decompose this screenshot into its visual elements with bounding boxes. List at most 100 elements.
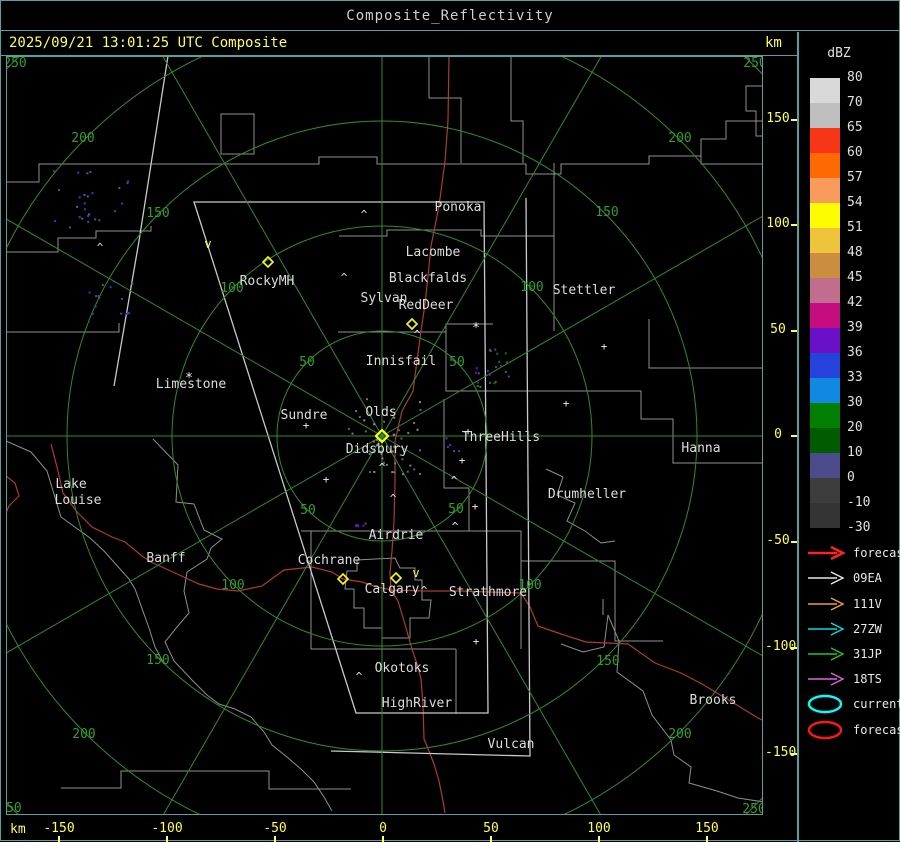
echo-pixel <box>494 382 496 384</box>
echo-pixel <box>505 352 507 354</box>
echo-pixel <box>394 462 396 464</box>
plus-marker-icon: + <box>563 397 570 410</box>
echo-pixel <box>369 471 371 473</box>
echo-pixel <box>393 434 395 436</box>
caret-marker-icon: ^ <box>341 271 348 284</box>
ring-distance-label: 200 <box>668 131 691 146</box>
echo-pixel <box>419 449 421 451</box>
echo-pixel <box>86 172 88 174</box>
echo-pixel <box>402 473 404 475</box>
echo-pixel <box>413 422 415 424</box>
radar-app-window: { "window": { "title": "Composite_Reflec… <box>0 0 900 841</box>
dbz-scale-label: 33 <box>847 370 889 386</box>
dbz-swatch <box>810 503 840 528</box>
right-axis-label: -50 <box>765 533 791 548</box>
ring-distance-label: 250 <box>7 801 22 814</box>
echo-pixel <box>58 189 60 191</box>
caret-marker-icon: ^ <box>414 328 421 341</box>
track-arrow-icon <box>805 670 849 688</box>
bottom-axis-label: -50 <box>253 821 297 836</box>
echo-pixel <box>365 523 367 525</box>
echo-pixel <box>128 312 130 314</box>
dbz-swatch <box>810 78 840 103</box>
bottom-axis-label: -100 <box>145 821 189 836</box>
window-title: Composite_Reflectivity <box>346 8 553 24</box>
dbz-swatch <box>810 478 840 503</box>
legend-row-27zw: 27ZW <box>805 620 900 640</box>
ring-distance-label: 150 <box>146 206 169 221</box>
city-label-innisfail: Innisfail <box>366 354 436 369</box>
city-label-blackfalds: Blackfalds <box>389 271 467 286</box>
echo-pixel <box>89 171 91 173</box>
right-axis-unit-label: km <box>765 35 782 51</box>
dbz-scale-label: 65 <box>847 120 889 136</box>
dbz-scale-label: 54 <box>847 195 889 211</box>
caret-marker-icon: ^ <box>451 474 458 487</box>
city-label-banff: Banff <box>146 551 185 566</box>
side-panel: dBZ 807065605754514845423936333020100-10… <box>797 32 900 842</box>
info-bar: 2025/09/21 13:01:25 UTC Composite km <box>1 32 797 56</box>
right-distance-axis: 150100500-50-100-150 <box>765 56 796 816</box>
echo-pixel <box>126 313 128 315</box>
echo-pixel <box>365 430 367 432</box>
echo-pixel <box>495 366 497 368</box>
dbz-swatch <box>810 328 840 353</box>
echo-pixel <box>383 421 385 423</box>
track-arrow-icon <box>805 569 849 587</box>
echo-pixel <box>477 382 479 384</box>
plus-marker-icon: + <box>601 340 608 353</box>
echo-pixel <box>398 429 400 431</box>
echo-pixel <box>413 468 415 470</box>
dbz-scale-label: 70 <box>847 95 889 111</box>
legend-label: current <box>853 697 900 711</box>
echo-pixel <box>53 170 55 172</box>
right-axis-label: 0 <box>765 427 791 442</box>
echo-pixel <box>102 284 104 286</box>
dbz-swatch <box>810 103 840 128</box>
dbz-swatch <box>810 203 840 228</box>
dbz-swatch <box>810 228 840 253</box>
plus-marker-icon: + <box>459 454 466 467</box>
city-label-ponoka: Ponoka <box>435 200 482 215</box>
caret-marker-icon: ^ <box>97 241 104 254</box>
echo-pixel <box>92 313 94 315</box>
echo-pixel <box>127 180 129 182</box>
ring-distance-label: 150 <box>146 653 169 668</box>
dbz-swatch <box>810 303 840 328</box>
caret-marker-icon: ^ <box>421 584 428 597</box>
echo-pixel <box>83 194 85 196</box>
dbz-swatch <box>810 178 840 203</box>
echo-pixel <box>476 367 478 369</box>
echo-pixel <box>500 365 502 367</box>
bottom-distance-axis: km -150-100-50050100150 <box>1 817 797 842</box>
echo-pixel <box>420 409 422 411</box>
ring-distance-label: 50 <box>299 355 315 370</box>
echo-pixel <box>498 361 500 363</box>
scan-sector-outlines <box>114 57 530 756</box>
plus-marker-icon: + <box>303 419 310 432</box>
radar-map-frame: 2502001501005050100150200250501001502002… <box>6 56 763 815</box>
echo-pixel <box>76 206 78 208</box>
dbz-scale-label: 0 <box>847 470 889 486</box>
radar-map-canvas[interactable]: 2502001501005050100150200250501001502002… <box>7 57 762 814</box>
city-label-calgary: Calgary <box>365 582 420 597</box>
bottom-axis-label: 50 <box>469 821 513 836</box>
city-label-hanna: Hanna <box>681 441 720 456</box>
echo-pixel <box>79 216 81 218</box>
dbz-scale-label: 39 <box>847 320 889 336</box>
echo-pixel <box>77 172 79 174</box>
right-axis-label: -100 <box>765 639 791 654</box>
city-label-olds: Olds <box>365 405 396 420</box>
echo-pixel <box>373 423 375 425</box>
dbz-scale-label: 57 <box>847 170 889 186</box>
ring-distance-label: 200 <box>668 727 691 742</box>
caret-marker-icon: ^ <box>390 492 397 505</box>
timestamp-label: 2025/09/21 13:01:25 UTC Composite <box>9 35 287 51</box>
bottom-axis-tick <box>598 836 600 842</box>
echo-pixel <box>113 280 115 282</box>
dbz-swatch <box>810 378 840 403</box>
echo-pixel <box>87 195 89 197</box>
bottom-axis-tick <box>274 836 276 842</box>
title-bar: Composite_Reflectivity <box>1 1 899 31</box>
echo-pixel <box>489 374 491 376</box>
